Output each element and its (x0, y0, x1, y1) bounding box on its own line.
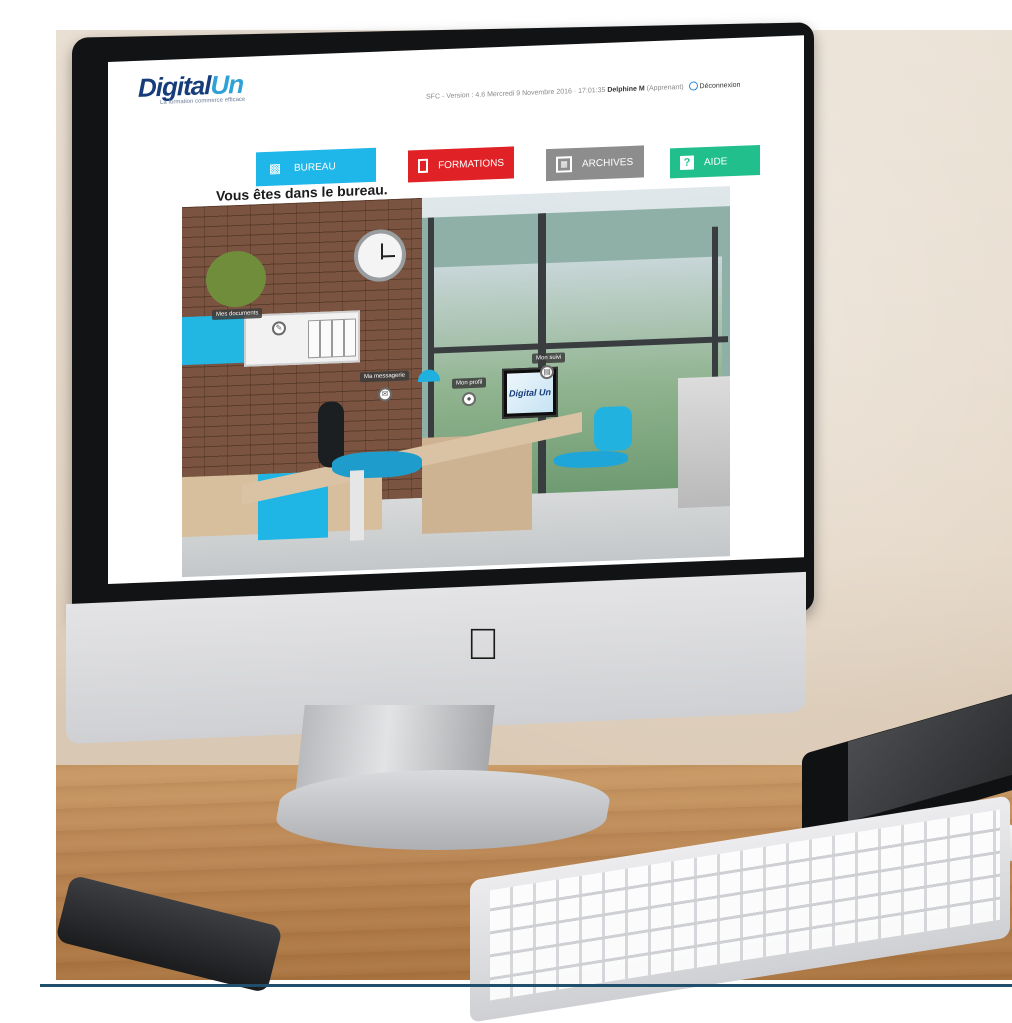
apple-logo-icon:  (462, 620, 504, 670)
nav-formations-button[interactable]: FORMATIONS (408, 146, 514, 183)
printer (678, 376, 730, 509)
session-bar: SFC - Version : 4.6 Mercredi 9 Novembre … (426, 77, 804, 101)
desk-icon: ▩ (268, 160, 282, 176)
nav-archives-button[interactable]: ▦ ARCHIVES (546, 145, 644, 182)
nav-formations-label: FORMATIONS (438, 157, 504, 171)
logout-button[interactable]: Déconnexion (686, 80, 741, 91)
binder (344, 318, 356, 357)
logout-label: Déconnexion (699, 81, 741, 91)
nav-aide-button[interactable]: ? AIDE (670, 144, 760, 179)
binder (308, 319, 320, 359)
office-3d-scene: Digital Un Mes documents ✎ Ma messagerie… (182, 186, 730, 578)
user-role: (Apprenant) (646, 83, 684, 93)
hotspot-profil[interactable]: Mon profil (452, 377, 487, 389)
app-screen: DigitalUn La formation commerce efficace… (108, 35, 804, 584)
office-chair-frame (350, 470, 364, 541)
nav-bureau-button[interactable]: ▩ BUREAU (256, 147, 376, 187)
nav-aide-label: AIDE (704, 155, 728, 168)
user-name: Delphine M (607, 85, 645, 94)
cyan-shelf (182, 314, 244, 366)
session-info: SFC - Version : 4.6 Mercredi 9 Novembre … (426, 86, 606, 101)
clock-hand (381, 254, 395, 258)
digitalun-logo[interactable]: DigitalUn La formation commerce efficace (138, 64, 318, 107)
hotspot-documents[interactable]: Mes documents (212, 308, 263, 321)
visitor-chair (594, 405, 632, 452)
hotspot-suivi[interactable]: Mon suivi (532, 352, 566, 364)
nav-bureau-label: BUREAU (294, 160, 336, 174)
question-icon: ? (680, 155, 694, 171)
imac-stand-foot (270, 770, 616, 850)
bottom-rule (40, 984, 1012, 987)
power-icon (688, 81, 698, 91)
archive-grid-icon: ▦ (556, 156, 572, 173)
binder (332, 318, 344, 358)
nav-archives-label: ARCHIVES (582, 156, 634, 170)
monitor-icon (418, 158, 429, 174)
binder (320, 319, 332, 358)
hotspot-messagerie[interactable]: Ma messagerie (360, 370, 410, 383)
